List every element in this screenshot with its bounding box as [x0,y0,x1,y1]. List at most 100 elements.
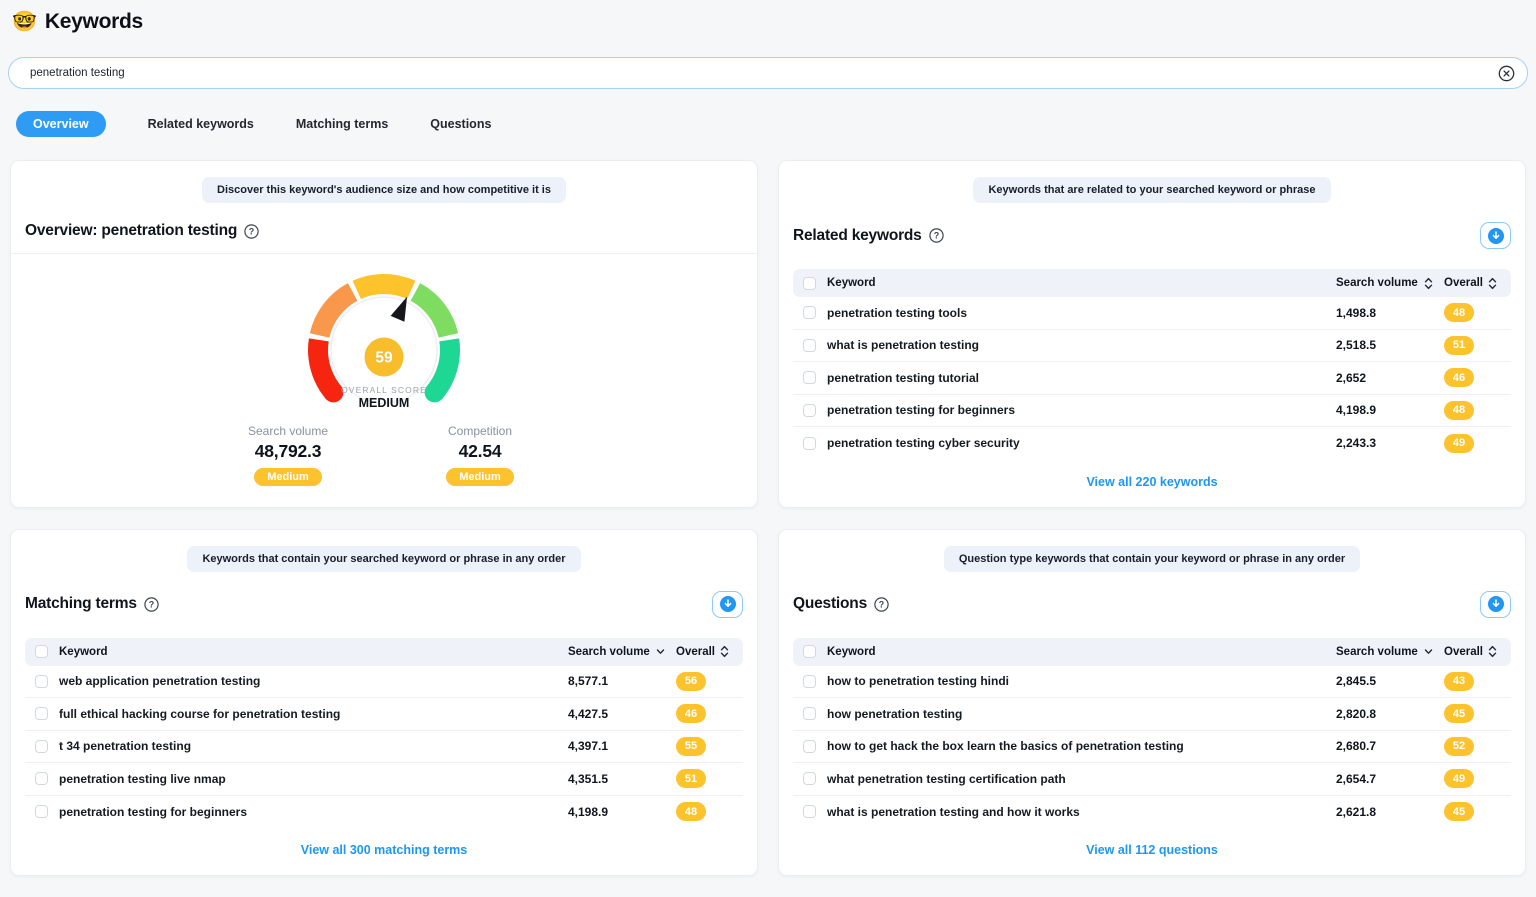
row-checkbox[interactable] [803,772,816,785]
gauge-score-value: 59 [375,350,393,367]
row-checkbox[interactable] [803,437,816,450]
row-checkbox[interactable] [35,805,48,818]
overall-score-badge: 48 [676,802,706,821]
row-checkbox[interactable] [35,740,48,753]
select-all-checkbox[interactable] [803,645,816,658]
competition-stat: Competition 42.54 Medium [415,424,545,486]
svg-text:?: ? [879,599,885,609]
row-checkbox[interactable] [35,675,48,688]
nerd-face-logo-icon: 🤓 [12,12,37,32]
help-icon[interactable]: ? [874,597,889,612]
overall-column-header[interactable]: Overall [1444,645,1501,658]
search-volume-cell: 2,621.8 [1336,805,1444,819]
row-checkbox[interactable] [803,675,816,688]
gauge-tip-right [425,382,445,402]
table-row[interactable]: t 34 penetration testing 4,397.1 55 [25,731,743,764]
keyword-cell: what penetration testing certification p… [827,772,1336,786]
row-checkbox[interactable] [35,772,48,785]
view-all-questions-link[interactable]: View all 112 questions [1086,843,1218,857]
app-header: 🤓 Keywords [0,0,1536,34]
overall-column-header[interactable]: Overall [676,645,733,658]
table-row[interactable]: what is penetration testing and how it w… [793,796,1511,829]
search-volume-level-badge: Medium [254,468,322,486]
table-row[interactable]: penetration testing cyber security 2,243… [793,427,1511,460]
row-checkbox[interactable] [35,707,48,720]
row-checkbox[interactable] [803,306,816,319]
row-checkbox[interactable] [803,805,816,818]
matching-terms-banner: Keywords that contain your searched keyw… [187,546,580,572]
table-row[interactable]: web application penetration testing 8,57… [25,666,743,699]
overall-column-header[interactable]: Overall [1444,277,1501,290]
search-bar[interactable] [8,57,1528,89]
search-volume-column-header[interactable]: Search volume [1336,277,1444,290]
table-row[interactable]: how penetration testing 2,820.8 45 [793,698,1511,731]
table-row[interactable]: full ethical hacking course for penetrat… [25,698,743,731]
overall-score-badge: 49 [1444,434,1474,453]
tab-questions[interactable]: Questions [430,111,491,137]
download-button[interactable] [712,591,743,618]
table-header: Keyword Search volume Overall [25,638,743,666]
table-row[interactable]: how to penetration testing hindi 2,845.5… [793,666,1511,699]
keyword-column-header: Keyword [59,646,568,658]
help-icon[interactable]: ? [244,224,259,239]
search-volume-cell: 4,198.9 [1336,403,1444,417]
view-all-keywords-link[interactable]: View all 220 keywords [1086,475,1217,489]
keyword-column-header: Keyword [827,646,1336,658]
search-volume-cell: 1,498.8 [1336,306,1444,320]
select-all-checkbox[interactable] [35,645,48,658]
row-checkbox[interactable] [803,404,816,417]
row-checkbox[interactable] [803,371,816,384]
overall-score-badge: 48 [1444,401,1474,420]
table-row[interactable]: penetration testing tutorial 2,652 46 [793,362,1511,395]
overall-score-badge: 51 [676,769,706,788]
svg-text:?: ? [933,231,939,241]
clear-search-icon[interactable] [1497,64,1515,82]
overall-score-badge: 56 [676,672,706,691]
view-all-matching-terms-link[interactable]: View all 300 matching terms [301,843,468,857]
overall-score-badge: 45 [1444,802,1474,821]
row-checkbox[interactable] [803,740,816,753]
matching-terms-card: Keywords that contain your searched keyw… [10,529,758,877]
sort-both-icon[interactable] [1488,277,1497,290]
table-row[interactable]: what penetration testing certification p… [793,763,1511,796]
tab-related-keywords[interactable]: Related keywords [148,111,254,137]
search-volume-column-header[interactable]: Search volume [568,645,676,658]
keyword-cell: how to get hack the box learn the basics… [827,739,1336,753]
table-row[interactable]: penetration testing tools 1,498.8 48 [793,297,1511,330]
related-keywords-title: Related keywords [793,227,922,245]
tab-overview[interactable]: Overview [16,111,106,137]
gauge-level-label: MEDIUM [359,396,410,410]
competition-label: Competition [448,424,512,438]
keyword-cell: penetration testing tutorial [827,371,1336,385]
sort-both-icon[interactable] [1488,645,1497,658]
sort-both-icon[interactable] [720,645,729,658]
sort-descending-icon[interactable] [1424,645,1433,658]
page-title: Keywords [45,10,143,34]
select-all-checkbox[interactable] [803,277,816,290]
table-row[interactable]: what is penetration testing 2,518.5 51 [793,330,1511,363]
table-row[interactable]: how to get hack the box learn the basics… [793,731,1511,764]
search-volume-cell: 2,654.7 [1336,772,1444,786]
search-volume-cell: 4,198.9 [568,805,676,819]
row-checkbox[interactable] [803,707,816,720]
search-volume-cell: 4,351.5 [568,772,676,786]
table-row[interactable]: penetration testing for beginners 4,198.… [25,796,743,829]
search-volume-column-header[interactable]: Search volume [1336,645,1444,658]
download-button[interactable] [1480,222,1511,249]
table-row[interactable]: penetration testing live nmap 4,351.5 51 [25,763,743,796]
table-row[interactable]: penetration testing for beginners 4,198.… [793,395,1511,428]
row-checkbox[interactable] [803,339,816,352]
overall-score-badge: 43 [1444,672,1474,691]
tab-matching-terms[interactable]: Matching terms [296,111,388,137]
sort-both-icon[interactable] [1424,277,1433,290]
overview-card-title: Overview: penetration testing [25,222,237,240]
download-button[interactable] [1480,591,1511,618]
help-icon[interactable]: ? [144,597,159,612]
keyword-column-header: Keyword [827,277,1336,289]
help-icon[interactable]: ? [929,228,944,243]
competition-value: 42.54 [459,441,502,462]
search-input[interactable] [30,67,1497,79]
gauge-segment-amber [357,284,412,290]
sort-descending-icon[interactable] [656,645,665,658]
questions-banner: Question type keywords that contain your… [944,546,1360,572]
